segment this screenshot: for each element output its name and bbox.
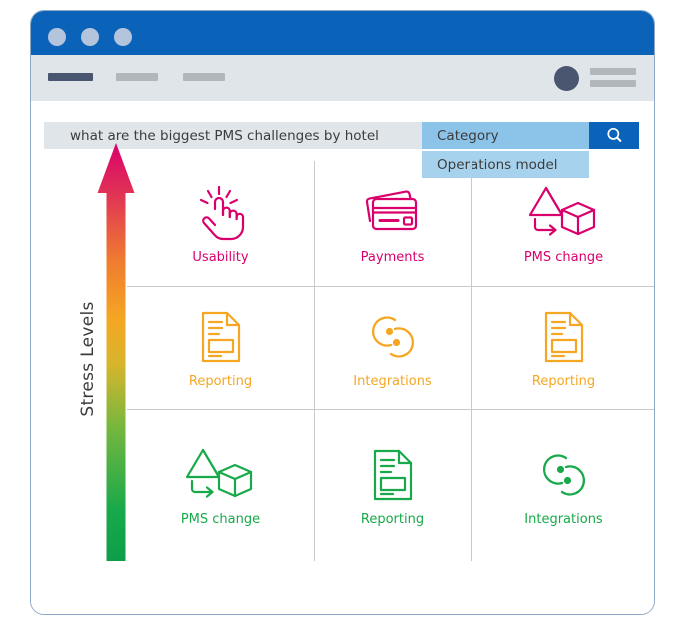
matrix-cell-pms-change-low[interactable]: PMS change (127, 409, 314, 561)
window-titlebar (31, 11, 654, 55)
document-report-icon (199, 306, 243, 368)
tab-placeholder-active[interactable] (48, 73, 93, 81)
matrix-grid: Usability Payments PMS change Reporting … (127, 161, 654, 561)
document-report-icon (542, 306, 586, 368)
y-axis-label: Stress Levels (78, 301, 98, 417)
minimize-dot-icon[interactable] (81, 28, 99, 46)
close-dot-icon[interactable] (48, 28, 66, 46)
matrix-cell-label: Reporting (188, 374, 253, 389)
matrix-cell-label: Usability (192, 250, 249, 265)
pyramid-to-cube-icon (183, 444, 259, 506)
stress-matrix-chart: Stress Levels Usability Payments PMS cha… (31, 101, 654, 614)
matrix-cell-reporting-medium-chains[interactable]: Reporting (471, 286, 654, 409)
maximize-dot-icon[interactable] (114, 28, 132, 46)
matrix-cell-reporting-medium-independents[interactable]: Reporting (127, 286, 314, 409)
browser-window: what are the biggest PMS challenges by h… (30, 10, 655, 615)
matrix-cell-label: Integrations (524, 511, 603, 527)
matrix-cell-pms-change-high[interactable]: PMS change (471, 161, 654, 286)
matrix-cell-label: Reporting (531, 374, 596, 389)
pointing-hand-click-icon (195, 182, 247, 244)
matrix-cell-reporting-low[interactable]: Reporting (314, 409, 471, 561)
matrix-cell-label: Integrations (353, 374, 432, 389)
matrix-cell-label: PMS change (523, 250, 604, 265)
matrix-cell-usability[interactable]: Usability (127, 161, 314, 286)
page-content: what are the biggest PMS challenges by h… (31, 101, 654, 614)
account-line-1 (590, 68, 636, 75)
screenshot-root: what are the biggest PMS challenges by h… (0, 0, 680, 632)
avatar[interactable] (554, 66, 579, 91)
matrix-cell-label: PMS change (180, 511, 261, 527)
matrix-cell-label: Payments (360, 250, 425, 265)
tab-placeholder-2[interactable] (116, 73, 158, 81)
document-report-icon (371, 444, 415, 506)
linked-circles-icon (364, 306, 422, 368)
linked-circles-icon (535, 444, 593, 506)
matrix-cell-payments[interactable]: Payments (314, 161, 471, 286)
pyramid-to-cube-icon (526, 182, 602, 244)
matrix-cell-integrations-medium[interactable]: Integrations (314, 286, 471, 409)
matrix-cell-integrations-low[interactable]: Integrations (471, 409, 654, 561)
browser-toolbar (31, 55, 654, 101)
account-line-2 (590, 80, 636, 87)
credit-cards-icon (362, 182, 424, 244)
tab-placeholder-3[interactable] (183, 73, 225, 81)
matrix-cell-label: Reporting (360, 511, 425, 527)
